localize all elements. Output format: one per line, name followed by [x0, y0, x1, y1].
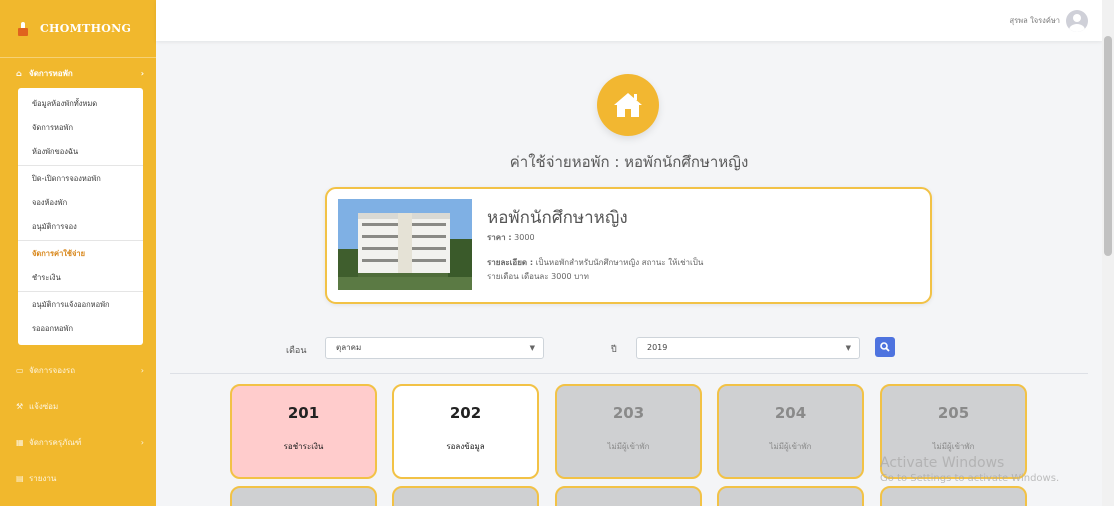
- avatar[interactable]: [1066, 9, 1088, 32]
- price-value: 3000: [514, 233, 535, 242]
- room-card[interactable]: [555, 486, 702, 506]
- sidebar-item-repair[interactable]: ⚒ แจ้งซ่อม: [0, 391, 156, 421]
- divider: [170, 373, 1088, 374]
- sidebar-item-label: รายงาน: [29, 473, 57, 483]
- watermark-title: Activate Windows: [880, 455, 1005, 471]
- search-icon: [880, 342, 890, 352]
- submenu-item-payment[interactable]: ชำระเงิน: [18, 266, 143, 290]
- search-button[interactable]: [875, 337, 895, 357]
- brand[interactable]: CHOMTHONG: [0, 0, 156, 58]
- room-card[interactable]: 203 ไม่มีผู้เข้าพัก: [555, 384, 702, 479]
- submenu-item-approve-checkout[interactable]: อนุมัติการแจ้งออกหอพัก: [18, 293, 143, 317]
- submenu-item-manage-dorm[interactable]: จัดการหอพัก: [18, 116, 143, 140]
- chevron-right-icon: ›: [140, 68, 144, 78]
- watermark-subtitle: Go to Settings to activate Windows.: [880, 473, 1060, 484]
- dorm-detail: รายละเอียด : เป็นหอพักสำหรับนักศึกษาหญิง…: [487, 256, 787, 284]
- sidebar-item-car-booking[interactable]: ▭ จัดการจองรถ ›: [0, 355, 156, 385]
- submenu-item-my-room[interactable]: ห้องพักของฉัน: [18, 140, 143, 164]
- room-number: 205: [937, 404, 970, 422]
- room-number: 204: [774, 404, 807, 422]
- home-icon: [597, 74, 659, 136]
- sidebar-item-label: จัดการจองรถ: [29, 365, 76, 375]
- brand-name: CHOMTHONG: [40, 22, 132, 35]
- detail-line2: รายเดือน เดือนละ 3000 บาท: [487, 272, 589, 281]
- room-status: รอชำระเงิน: [283, 442, 324, 451]
- sidebar-item-manage-dorm[interactable]: ⌂ จัดการหอพัก ›: [0, 58, 156, 88]
- sidebar-item-equipment[interactable]: ▦ จัดการครุภัณฑ์ ›: [0, 427, 156, 457]
- room-card[interactable]: [717, 486, 864, 506]
- year-select[interactable]: 2019 ▼: [636, 337, 860, 359]
- scrollbar-thumb[interactable]: [1104, 36, 1112, 256]
- room-card[interactable]: 201 รอชำระเงิน: [230, 384, 377, 479]
- room-status: ไม่มีผู้เข้าพัก: [769, 442, 812, 451]
- price-label: ราคา :: [487, 233, 512, 242]
- sidebar-item-label: จัดการครุภัณฑ์: [29, 437, 82, 447]
- house-glyph: [614, 93, 642, 117]
- chart-icon: ▤: [16, 473, 24, 483]
- grid-icon: ▦: [16, 437, 24, 447]
- dorm-name: หอพักนักศึกษาหญิง: [487, 208, 628, 228]
- car-icon: ▭: [16, 365, 24, 375]
- month-label: เดือน: [286, 346, 307, 356]
- logo-icon: [18, 21, 28, 36]
- submenu-divider: [18, 165, 143, 166]
- year-value: 2019: [647, 343, 668, 352]
- scrollbar[interactable]: [1102, 0, 1114, 506]
- wrench-icon: ⚒: [16, 401, 24, 411]
- page-title: ค่าใช้จ่ายหอพัก : หอพักนักศึกษาหญิง: [509, 153, 749, 171]
- sidebar-item-label: จัดการหอพัก: [29, 68, 73, 78]
- dorm-card: หอพักนักศึกษาหญิง ราคา : 3000 รายละเอียด…: [325, 187, 932, 304]
- submenu-item-book-room[interactable]: จองห้องพัก: [18, 191, 143, 215]
- sidebar-item-label: แจ้งซ่อม: [29, 401, 59, 411]
- chevron-right-icon: ›: [140, 365, 144, 375]
- submenu-divider: [18, 291, 143, 292]
- topbar: สุรพล ใจรงค์ษา: [156, 0, 1102, 41]
- room-card[interactable]: 202 รอลงข้อมูล: [392, 384, 539, 479]
- submenu-item-approve-booking[interactable]: อนุมัติการจอง: [18, 215, 143, 239]
- sidebar: CHOMTHONG ⌂ จัดการหอพัก › ข้อมูลห้องพักท…: [0, 0, 156, 506]
- room-number: 203: [612, 404, 645, 422]
- room-status: ไม่มีผู้เข้าพัก: [932, 442, 975, 451]
- chevron-right-icon: ›: [140, 437, 144, 447]
- caret-down-icon: ▼: [845, 344, 851, 352]
- room-number: 202: [449, 404, 482, 422]
- room-number: 201: [287, 404, 320, 422]
- submenu-item-all-rooms[interactable]: ข้อมูลห้องพักทั้งหมด: [18, 92, 143, 116]
- room-card[interactable]: [392, 486, 539, 506]
- home-icon: ⌂: [16, 68, 22, 78]
- detail-label: รายละเอียด :: [487, 258, 534, 267]
- user-name[interactable]: สุรพล ใจรงค์ษา: [1010, 15, 1060, 27]
- room-card[interactable]: [230, 486, 377, 506]
- dorm-price: ราคา : 3000: [487, 231, 535, 244]
- submenu-divider: [18, 240, 143, 241]
- detail-line1: เป็นหอพักสำหรับนักศึกษาหญิง สถานะ ให้เช่…: [535, 258, 704, 267]
- submenu-item-awaiting-checkout[interactable]: รอออกหอพัก: [18, 317, 143, 341]
- sidebar-item-report[interactable]: ▤ รายงาน: [0, 463, 156, 493]
- submenu-item-toggle-booking[interactable]: ปิด-เปิดการจองหอพัก: [18, 167, 143, 191]
- activation-watermark: Activate Windows Go to Settings to activ…: [880, 455, 1059, 484]
- caret-down-icon: ▼: [529, 344, 535, 352]
- room-card[interactable]: 204 ไม่มีผู้เข้าพัก: [717, 384, 864, 479]
- room-card[interactable]: [880, 486, 1027, 506]
- year-label: ปี: [611, 345, 617, 355]
- dorm-photo: [338, 199, 472, 290]
- room-status: รอลงข้อมูล: [446, 442, 485, 451]
- month-value: ตุลาคม: [336, 343, 362, 352]
- month-select[interactable]: ตุลาคม ▼: [325, 337, 544, 359]
- building-image: [338, 199, 472, 290]
- submenu-item-manage-expenses[interactable]: จัดการค่าใช้จ่าย: [18, 242, 143, 266]
- submenu-manage-dorm: ข้อมูลห้องพักทั้งหมด จัดการหอพัก ห้องพัก…: [18, 88, 143, 345]
- room-status: ไม่มีผู้เข้าพัก: [607, 442, 650, 451]
